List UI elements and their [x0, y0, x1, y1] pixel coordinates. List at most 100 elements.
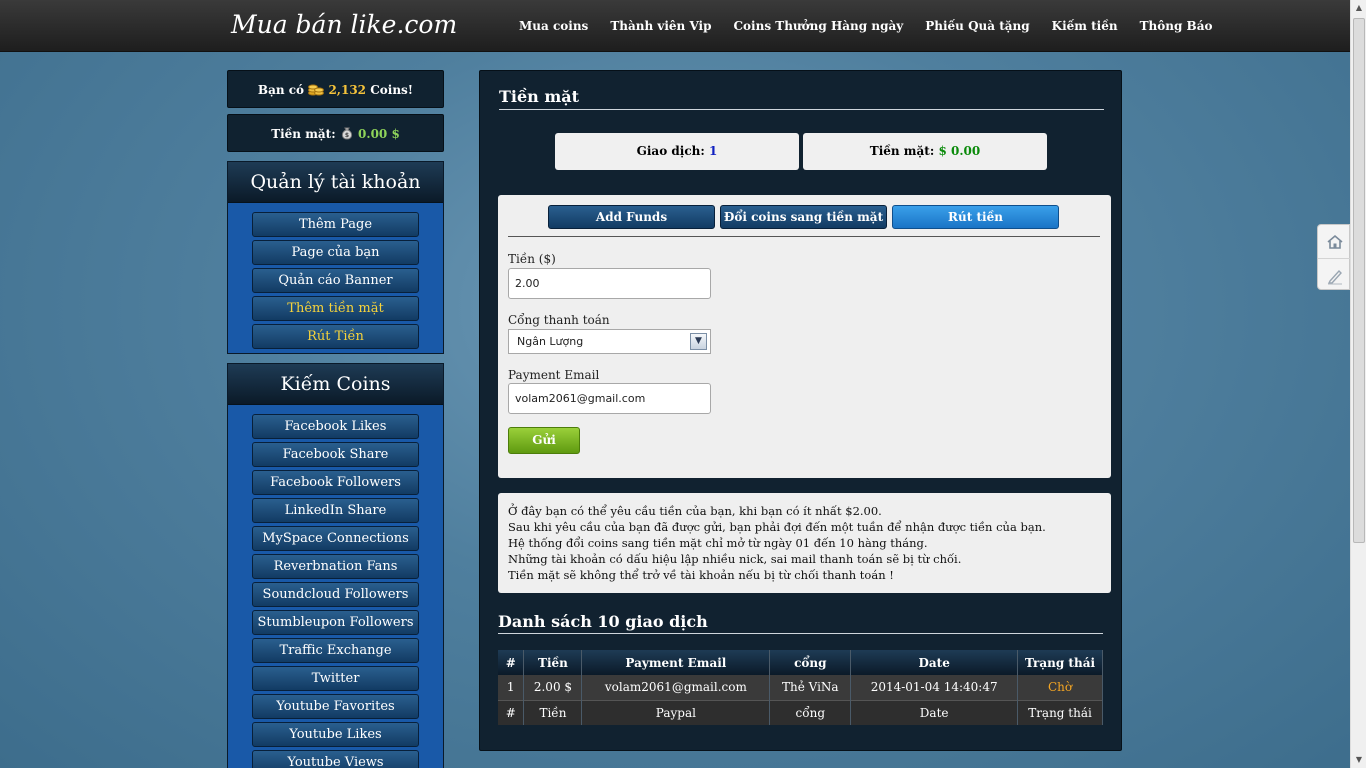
- scroll-thumb[interactable]: [1353, 18, 1365, 543]
- menu-add-cash[interactable]: Thêm tiền mặt: [252, 296, 419, 321]
- menu-myspace-connections[interactable]: MySpace Connections: [252, 526, 419, 551]
- menu-traffic-exchange[interactable]: Traffic Exchange: [252, 638, 419, 663]
- menu-facebook-share[interactable]: Facebook Share: [252, 442, 419, 467]
- nav-daily-bonus[interactable]: Coins Thưởng Hàng ngày: [723, 0, 915, 52]
- col-index: #: [498, 650, 525, 675]
- scroll-up-arrow-icon[interactable]: ▲: [1351, 0, 1366, 16]
- foot-index: #: [498, 699, 525, 725]
- page-title: Tiền mặt: [499, 87, 1104, 110]
- gateway-label: Cổng thanh toán: [508, 313, 610, 327]
- earn-coins-title: Kiếm Coins: [228, 364, 443, 405]
- coin-stack-icon: [308, 83, 328, 97]
- nav-gift-voucher[interactable]: Phiếu Quà tặng: [914, 0, 1040, 52]
- menu-withdraw[interactable]: Rút Tiền: [252, 324, 419, 349]
- col-date: Date: [850, 650, 1019, 675]
- nav-buy-coins[interactable]: Mua coins: [508, 0, 599, 52]
- table-header-row: # Tiền Payment Email cổng Date Trạng thá…: [498, 650, 1103, 675]
- earn-coins-panel: Kiếm Coins Facebook Likes Facebook Share…: [227, 363, 444, 768]
- cash-total-value: $ 0.00: [938, 144, 981, 158]
- foot-date: Date: [850, 699, 1019, 725]
- email-input[interactable]: volam2061@gmail.com: [508, 383, 711, 414]
- gateway-selected-value: Ngân Lượng: [517, 335, 584, 348]
- menu-youtube-views[interactable]: Youtube Views: [252, 750, 419, 768]
- cell-gateway: Thẻ ViNa: [769, 675, 852, 700]
- tab-convert-coins[interactable]: Đổi coins sang tiền mặt: [720, 205, 887, 229]
- form-tabs: Add Funds Đổi coins sang tiền mặt Rút ti…: [548, 205, 1064, 229]
- nav-vip-member[interactable]: Thành viên Vip: [599, 0, 722, 52]
- main-nav: Mua coins Thành viên Vip Coins Thưởng Hà…: [508, 0, 1223, 52]
- vertical-scrollbar[interactable]: ▲ ▼: [1350, 0, 1366, 768]
- table-footer-row: # Tiền Paypal cổng Date Trạng thái: [498, 699, 1103, 725]
- account-panel-title: Quản lý tài khoản: [228, 162, 443, 203]
- side-widget: [1317, 224, 1351, 291]
- svg-text:$: $: [345, 132, 349, 139]
- cell-index: 1: [498, 675, 525, 700]
- cash-main-panel: Tiền mặt Giao dịch: 1 Tiền mặt: $ 0.00 A…: [479, 70, 1122, 751]
- cash-total-card: Tiền mặt: $ 0.00: [803, 133, 1047, 170]
- nav-earn-money[interactable]: Kiếm tiền: [1041, 0, 1129, 52]
- amount-label: Tiền ($): [508, 252, 556, 266]
- cell-date: 2014-01-04 14:40:47: [850, 675, 1019, 700]
- money-bag-icon: $: [340, 127, 358, 141]
- transactions-title: Danh sách 10 giao dịch: [498, 612, 1103, 634]
- edit-icon[interactable]: [1318, 258, 1351, 291]
- foot-gateway: cổng: [769, 699, 852, 725]
- tab-withdraw[interactable]: Rút tiền: [892, 205, 1059, 229]
- menu-your-pages[interactable]: Page của bạn: [252, 240, 419, 265]
- info-line: Tiền mặt sẽ không thể trở về tài khoản n…: [508, 568, 894, 582]
- submit-button[interactable]: Gửi: [508, 427, 580, 454]
- menu-facebook-followers[interactable]: Facebook Followers: [252, 470, 419, 495]
- menu-soundcloud-followers[interactable]: Soundcloud Followers: [252, 582, 419, 607]
- cash-total-label: Tiền mặt:: [869, 144, 935, 158]
- transaction-count-value: 1: [709, 144, 718, 158]
- col-gateway: cổng: [769, 650, 852, 675]
- table-row: 1 2.00 $ volam2061@gmail.com Thẻ ViNa 20…: [498, 675, 1103, 700]
- tab-add-funds[interactable]: Add Funds: [548, 205, 715, 229]
- cell-amount: 2.00 $: [523, 675, 583, 700]
- transactions-table: # Tiền Payment Email cổng Date Trạng thá…: [498, 650, 1103, 725]
- menu-add-page[interactable]: Thêm Page: [252, 212, 419, 237]
- menu-banner-ads[interactable]: Quản cáo Banner: [252, 268, 419, 293]
- menu-linkedin-share[interactable]: LinkedIn Share: [252, 498, 419, 523]
- nav-notifications[interactable]: Thông Báo: [1129, 0, 1224, 52]
- col-status: Trạng thái: [1017, 650, 1103, 675]
- gateway-select[interactable]: Ngân Lượng ▼: [508, 329, 711, 354]
- coins-value: 2,132: [328, 83, 367, 97]
- cash-value: 0.00 $: [358, 127, 400, 141]
- home-icon[interactable]: [1318, 225, 1351, 258]
- coins-balance: Bạn có 2,132 Coins!: [227, 70, 444, 108]
- menu-youtube-favorites[interactable]: Youtube Favorites: [252, 694, 419, 719]
- transaction-count-label: Giao dịch:: [636, 144, 705, 158]
- menu-reverbnation-fans[interactable]: Reverbnation Fans: [252, 554, 419, 579]
- col-email: Payment Email: [581, 650, 771, 675]
- menu-youtube-likes[interactable]: Youtube Likes: [252, 722, 419, 747]
- account-panel: Quản lý tài khoản Thêm Page Page của bạn…: [227, 161, 444, 354]
- info-line: Ở đây bạn có thể yêu cầu tiền của bạn, k…: [508, 504, 882, 518]
- chevron-down-icon[interactable]: ▼: [690, 333, 707, 350]
- col-amount: Tiền: [523, 650, 583, 675]
- withdraw-form: Add Funds Đổi coins sang tiền mặt Rút ti…: [498, 195, 1111, 478]
- coins-prefix: Bạn có: [257, 83, 305, 97]
- info-line: Sau khi yêu cầu của bạn đã được gửi, bạn…: [508, 520, 1046, 534]
- cash-balance: Tiền mặt: $ 0.00 $: [227, 114, 444, 152]
- cash-label: Tiền mặt:: [271, 127, 336, 141]
- coins-suffix: Coins!: [370, 83, 414, 97]
- info-line: Những tài khoản có dấu hiệu lập nhiều ni…: [508, 552, 962, 566]
- amount-input[interactable]: 2.00: [508, 268, 711, 299]
- menu-stumbleupon-followers[interactable]: Stumbleupon Followers: [252, 610, 419, 635]
- tab-divider: [508, 236, 1100, 237]
- email-label: Payment Email: [508, 368, 600, 382]
- scroll-down-arrow-icon[interactable]: ▼: [1351, 752, 1366, 768]
- foot-amount: Tiền: [523, 699, 583, 725]
- status-badge: Chờ: [1017, 675, 1103, 700]
- foot-email: Paypal: [581, 699, 771, 725]
- site-logo[interactable]: Mua bán like.com: [231, 10, 457, 39]
- withdraw-info: Ở đây bạn có thể yêu cầu tiền của bạn, k…: [498, 493, 1111, 593]
- top-navigation-bar: Mua bán like.com Mua coins Thành viên Vi…: [0, 0, 1350, 52]
- foot-status: Trạng thái: [1017, 699, 1103, 725]
- transaction-count-card: Giao dịch: 1: [555, 133, 799, 170]
- cell-email: volam2061@gmail.com: [581, 675, 771, 700]
- menu-twitter[interactable]: Twitter: [252, 666, 419, 691]
- menu-facebook-likes[interactable]: Facebook Likes: [252, 414, 419, 439]
- info-line: Hệ thống đổi coins sang tiền mặt chỉ mở …: [508, 536, 928, 550]
